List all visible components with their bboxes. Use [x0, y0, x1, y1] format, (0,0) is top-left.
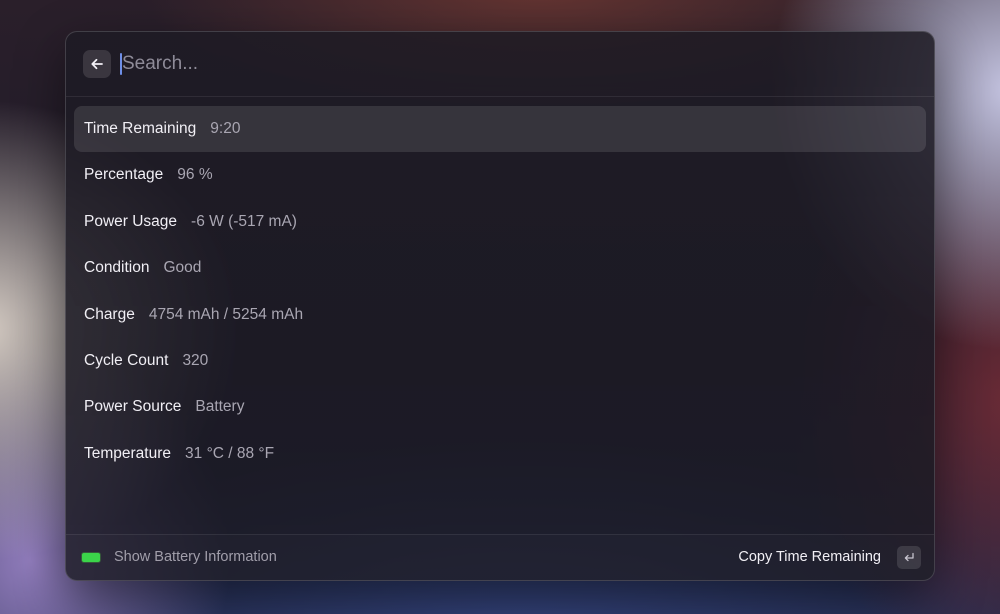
list-item-power-source[interactable]: Power Source Battery [74, 384, 926, 430]
search-bar [66, 32, 934, 97]
list-item-charge[interactable]: Charge 4754 mAh / 5254 mAh [74, 292, 926, 338]
list-item-value: -6 W (-517 mA) [191, 212, 297, 230]
list-item-temperature[interactable]: Temperature 31 °C / 88 °F [74, 431, 926, 477]
return-key-icon [904, 552, 914, 562]
list-item-title: Percentage [84, 166, 164, 184]
back-button[interactable] [83, 50, 111, 78]
list-item-title: Power Source [84, 398, 182, 416]
list-item-title: Time Remaining [84, 120, 197, 137]
list-item-value: 96 % [177, 166, 213, 184]
list-item-power-usage[interactable]: Power Usage -6 W (-517 mA) [74, 199, 926, 245]
list-item-condition[interactable]: Condition Good [74, 245, 926, 291]
list-item-value: Good [163, 259, 202, 277]
battery-info-window: Time Remaining 9:20 Percentage 96 % Powe… [65, 31, 935, 581]
list-item-percentage[interactable]: Percentage 96 % [74, 152, 926, 198]
arrow-left-icon [91, 58, 103, 70]
list-item-value: 9:20 [210, 120, 241, 137]
enter-key-button[interactable] [897, 546, 921, 569]
battery-icon [82, 553, 100, 562]
battery-info-list: Time Remaining 9:20 Percentage 96 % Powe… [74, 106, 926, 477]
list-item-title: Power Usage [84, 212, 178, 230]
search-input[interactable] [122, 48, 822, 80]
list-item-value: Battery [195, 398, 245, 416]
list-item-value: 4754 mAh / 5254 mAh [148, 305, 304, 323]
action-bar: Show Battery Information Copy Time Remai… [66, 534, 934, 580]
list-item-title: Cycle Count [84, 351, 169, 369]
list-item-title: Charge [84, 305, 135, 323]
list-item-cycle-count[interactable]: Cycle Count 320 [74, 338, 926, 384]
command-title: Show Battery Information [114, 549, 277, 565]
list-item-title: Condition [84, 259, 150, 277]
list-item-value: 31 °C / 88 °F [185, 444, 275, 462]
list-item-time-remaining[interactable]: Time Remaining 9:20 [74, 106, 926, 152]
primary-action-button[interactable]: Copy Time Remaining [738, 549, 881, 565]
list-item-title: Temperature [84, 444, 172, 462]
list-item-value: 320 [182, 351, 209, 369]
